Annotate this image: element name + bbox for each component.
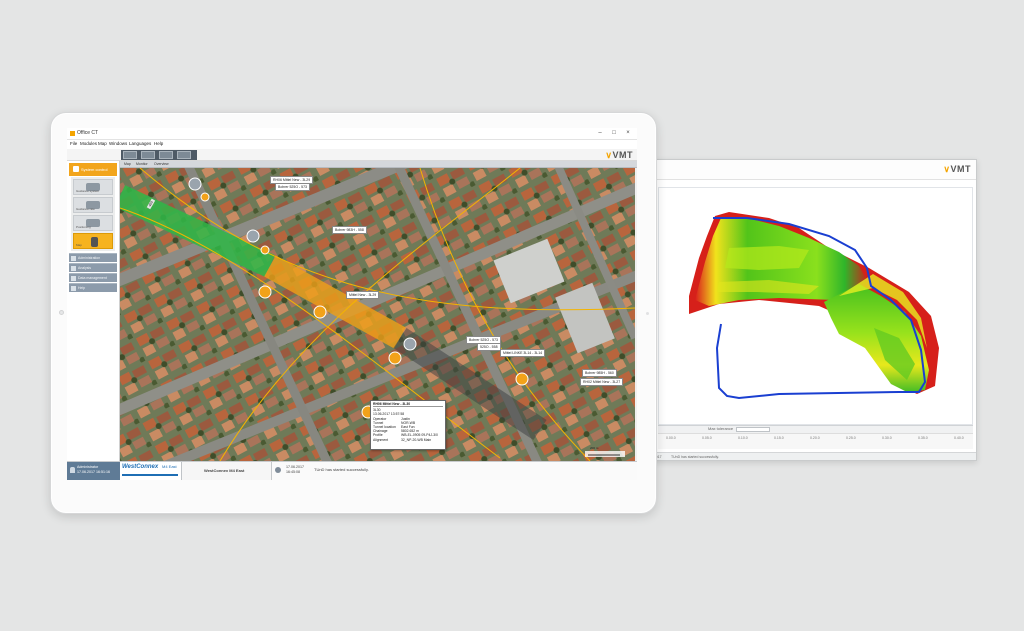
database-icon bbox=[71, 276, 76, 281]
monitor-tool-icon[interactable] bbox=[159, 151, 173, 159]
user-panel[interactable]: Administrator 17.06.2017 16:51:16 bbox=[67, 462, 120, 480]
nav-system-control[interactable]: System control bbox=[69, 163, 117, 176]
sub-item-guidance-system[interactable]: Guidance system bbox=[73, 179, 113, 195]
menu-map[interactable]: Map bbox=[98, 141, 107, 146]
status-message: TUnD has started successfully. bbox=[671, 455, 719, 459]
menu-modules[interactable]: Modules bbox=[80, 141, 97, 146]
deviation-3d-view[interactable] bbox=[658, 187, 973, 425]
monitor-toolbar: Max tolerance bbox=[658, 425, 973, 433]
nav-analysis[interactable]: Analysis bbox=[69, 263, 117, 272]
window-titlebar: Office CT – □ × bbox=[67, 128, 637, 140]
ruler-tick: 0.05.0 bbox=[702, 436, 712, 440]
system-control-icon bbox=[73, 166, 79, 172]
ruler-tick: 0.25.0 bbox=[846, 436, 856, 440]
nav-data-management[interactable]: Data management bbox=[69, 273, 117, 282]
map-callout[interactable]: Mittel New - 3L29 bbox=[346, 291, 380, 299]
message-panel: 17.06.2017 16:45:08 TUnD has started suc… bbox=[272, 462, 637, 480]
scale-label: 200 m bbox=[590, 446, 599, 450]
map-callout[interactable]: Bohrer 983H - 558 bbox=[332, 226, 367, 234]
tolerance-label: Max tolerance bbox=[708, 426, 734, 431]
menu-file[interactable]: File bbox=[70, 141, 77, 146]
vmt-logo: ∨VMT bbox=[943, 164, 971, 174]
map-icon bbox=[91, 237, 98, 247]
popup-row: Alignment 32_NP-20-WB Main bbox=[373, 437, 432, 442]
toolbar-button-group bbox=[121, 150, 197, 160]
app-screen: Office CT – □ × File Modules Map Windows… bbox=[67, 128, 637, 480]
close-icon[interactable]: × bbox=[623, 130, 633, 137]
satellite-map[interactable]: RH06 Mittel New - 3L29 Bohrer 525O - 573… bbox=[97, 128, 637, 473]
project-name: WestConnex M4 East bbox=[204, 468, 245, 473]
brand-logo: WestConnex bbox=[122, 464, 159, 470]
maximize-icon[interactable]: □ bbox=[609, 130, 619, 137]
app-statusbar: Administrator 17.06.2017 16:51:16 WestCo… bbox=[67, 461, 637, 480]
monitor-statusbar: 16.06.2017 TUnD has started successfully… bbox=[641, 452, 976, 460]
administration-icon bbox=[71, 256, 76, 261]
ruler-tick: 0.30.0 bbox=[882, 436, 892, 440]
sub-item-guidance-rate[interactable]: Guidance rate bbox=[73, 197, 113, 213]
window-title: Office CT bbox=[77, 130, 99, 136]
ruler-tick: 0.10.0 bbox=[738, 436, 748, 440]
project-name-panel: WestConnex M4 East bbox=[182, 462, 272, 480]
app-icon bbox=[70, 131, 75, 136]
brand-bar bbox=[122, 474, 178, 476]
sub-item-positioning[interactable]: Positioning bbox=[73, 215, 113, 231]
info-popup[interactable]: RH06 Mittel New - 3L30 3L30 13.06.2017 1… bbox=[370, 400, 446, 450]
sub-item-map[interactable]: Map bbox=[73, 233, 113, 249]
left-navigation: System control Guidance system Guidance … bbox=[67, 161, 120, 461]
project-brand: WestConnex M4 East bbox=[120, 462, 182, 480]
nav-help[interactable]: Help bbox=[69, 283, 117, 292]
popup-title: RH06 Mittel New - 3L30 bbox=[373, 402, 443, 408]
help-icon bbox=[71, 286, 76, 291]
map-tool-icon[interactable] bbox=[123, 151, 137, 159]
nav-label: System control bbox=[81, 167, 108, 172]
menu-languages[interactable]: Languages bbox=[129, 141, 151, 146]
toolbar: ∨VMT bbox=[67, 149, 637, 161]
nav-submenu: Guidance system Guidance rate Positionin… bbox=[71, 177, 115, 251]
user-info: Administrator 17.06.2017 16:51:16 bbox=[77, 465, 110, 474]
chainage-ruler: 0.00.0 0.05.0 0.10.0 0.15.0 0.20.0 0.25.… bbox=[658, 433, 973, 449]
map-callout[interactable]: Bohrer 525O - 573 bbox=[275, 183, 310, 191]
tolerance-input[interactable] bbox=[736, 427, 770, 432]
ruler-tick: 0.00.0 bbox=[666, 436, 676, 440]
camera-dot bbox=[646, 312, 649, 315]
message-icon bbox=[275, 467, 281, 473]
map-callout[interactable]: Bohrer 985H - 560 bbox=[582, 369, 617, 377]
tab-overview[interactable]: Overview bbox=[154, 162, 169, 166]
vmt-logo: ∨VMT bbox=[605, 150, 633, 160]
menu-help[interactable]: Help bbox=[154, 141, 163, 146]
map-callout[interactable]: RH02 Mittel New - 3L27 bbox=[580, 378, 624, 386]
ruler-tick: 0.20.0 bbox=[810, 436, 820, 440]
menu-bar: File Modules Map Windows Languages Help bbox=[67, 140, 637, 149]
message-timestamp: 17.06.2017 16:45:08 bbox=[286, 465, 304, 474]
map-callout[interactable]: 525O - 558 bbox=[477, 343, 501, 351]
analysis-icon bbox=[71, 266, 76, 271]
brand-sub: M4 East bbox=[162, 464, 177, 469]
ruler-tick: 0.40.0 bbox=[954, 436, 964, 440]
map-tab-bar: Map Monitor Overview bbox=[120, 161, 637, 168]
monitor-titlebar: ∨VMT bbox=[641, 160, 976, 180]
ruler-tick: 0.15.0 bbox=[774, 436, 784, 440]
minimize-icon[interactable]: – bbox=[595, 130, 605, 137]
ruler-tick: 0.35.0 bbox=[918, 436, 928, 440]
grid-tool-icon[interactable] bbox=[177, 151, 191, 159]
tunnel-profile-heatmap bbox=[689, 212, 939, 400]
menu-windows[interactable]: Windows bbox=[109, 141, 127, 146]
map-callout[interactable]: Mittel LINKE 3L14 - 3L14 bbox=[500, 349, 546, 357]
secondary-monitor-window: ∨VMT Max tolerance 0.00.0 0.05.0 0.10.0 … bbox=[640, 159, 977, 461]
user-date: 17.06.2017 16:51:16 bbox=[77, 469, 110, 474]
tab-monitor[interactable]: Monitor bbox=[136, 162, 148, 166]
nav-administration[interactable]: Administration bbox=[69, 253, 117, 262]
layers-icon[interactable] bbox=[141, 151, 155, 159]
home-button bbox=[59, 310, 64, 315]
status-message: TUnD has started successfully. bbox=[314, 467, 369, 472]
tab-map[interactable]: Map bbox=[124, 162, 131, 166]
user-icon bbox=[70, 467, 75, 473]
